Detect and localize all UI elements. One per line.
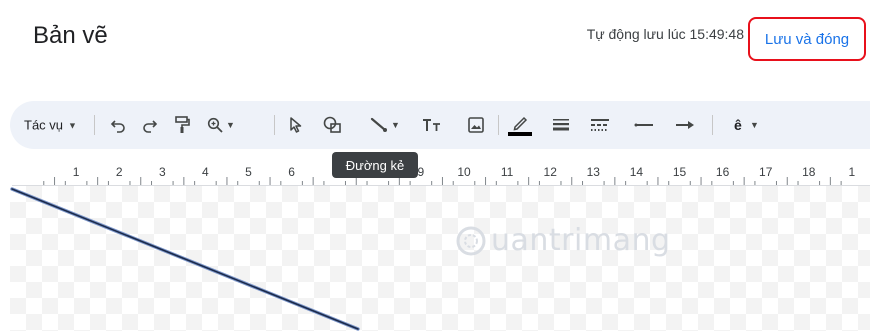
font-icon: ê	[734, 117, 742, 133]
ruler-label: 6	[288, 165, 295, 179]
line-icon	[370, 117, 388, 132]
ruler-label: 11	[501, 165, 514, 179]
ruler-label: 17	[759, 165, 773, 179]
drawing-canvas[interactable]	[10, 186, 870, 331]
select-icon	[290, 117, 302, 133]
select-button[interactable]	[286, 117, 306, 133]
redo-button[interactable]	[140, 117, 160, 133]
undo-icon	[110, 120, 125, 133]
font-button[interactable]: ê ▼	[726, 117, 766, 133]
line-start-button[interactable]	[632, 121, 656, 129]
redo-icon	[143, 120, 158, 133]
ruler-label: 9	[418, 165, 425, 179]
paint-format-icon	[175, 116, 190, 133]
ruler-label: 4	[202, 165, 209, 179]
watermark-text: uantrimang	[491, 223, 671, 258]
actions-menu[interactable]: Tác vụ ▼	[24, 118, 77, 133]
line-end-icon	[676, 121, 694, 129]
toolbar-divider	[498, 115, 499, 135]
toolbar-divider	[712, 115, 713, 135]
save-and-close-label: Lưu và đóng	[764, 30, 850, 48]
zoom-icon	[207, 117, 223, 133]
autosave-status: Tự động lưu lúc 15:49:48	[586, 26, 744, 42]
page-title: Bản vẽ	[33, 22, 108, 49]
zoom-button[interactable]: ▼	[204, 117, 238, 133]
chevron-down-icon: ▼	[391, 120, 400, 130]
line-dash-icon	[591, 119, 609, 131]
shape-button[interactable]	[322, 116, 344, 134]
line-dash-button[interactable]	[590, 118, 610, 132]
watermark: uantrimang	[455, 223, 671, 258]
ruler: 1234567891011121314151617181	[0, 160, 870, 186]
chevron-down-icon: ▼	[68, 120, 77, 130]
watermark-logo-icon	[456, 226, 486, 255]
paint-format-button[interactable]	[172, 116, 192, 134]
text-box-button[interactable]	[420, 118, 444, 132]
toolbar-divider	[94, 115, 95, 135]
image-icon	[468, 117, 484, 133]
ruler-label: 16	[716, 165, 730, 179]
ruler-label: 13	[587, 165, 601, 179]
ruler-label: 18	[802, 165, 816, 179]
ruler-label: 10	[457, 165, 471, 179]
line-weight-icon	[553, 119, 569, 131]
chevron-down-icon: ▼	[750, 120, 759, 130]
line-color-button[interactable]	[506, 114, 534, 136]
ruler-label: 3	[159, 165, 166, 179]
toolbar-divider	[274, 115, 275, 135]
save-and-close-button[interactable]: Lưu và đóng	[748, 17, 866, 61]
ruler-label: 5	[245, 165, 252, 179]
text-box-icon	[423, 119, 440, 131]
ruler-label: 2	[116, 165, 123, 179]
ruler-label: 14	[630, 165, 644, 179]
ruler-label: 12	[544, 165, 558, 179]
toolbar: Tác vụ ▼ ▼ ▼ ê ▼	[10, 101, 870, 149]
ruler-label: 1	[849, 165, 856, 179]
tooltip-label: Đường kẻ	[345, 157, 405, 173]
tooltip: Đường kẻ	[332, 152, 418, 178]
undo-button[interactable]	[108, 117, 128, 133]
line-weight-button[interactable]	[551, 118, 571, 132]
ruler-label: 1	[73, 165, 80, 179]
line-button[interactable]: ▼	[365, 117, 405, 133]
line-end-button[interactable]	[673, 120, 697, 130]
chevron-down-icon: ▼	[226, 120, 235, 130]
image-button[interactable]	[466, 117, 486, 133]
actions-menu-label: Tác vụ	[24, 117, 64, 133]
ruler-label: 15	[673, 165, 687, 179]
line-color-icon	[508, 116, 532, 136]
shape-icon	[323, 116, 341, 133]
svg-text:ê: ê	[734, 117, 742, 133]
line-start-icon	[634, 123, 653, 127]
